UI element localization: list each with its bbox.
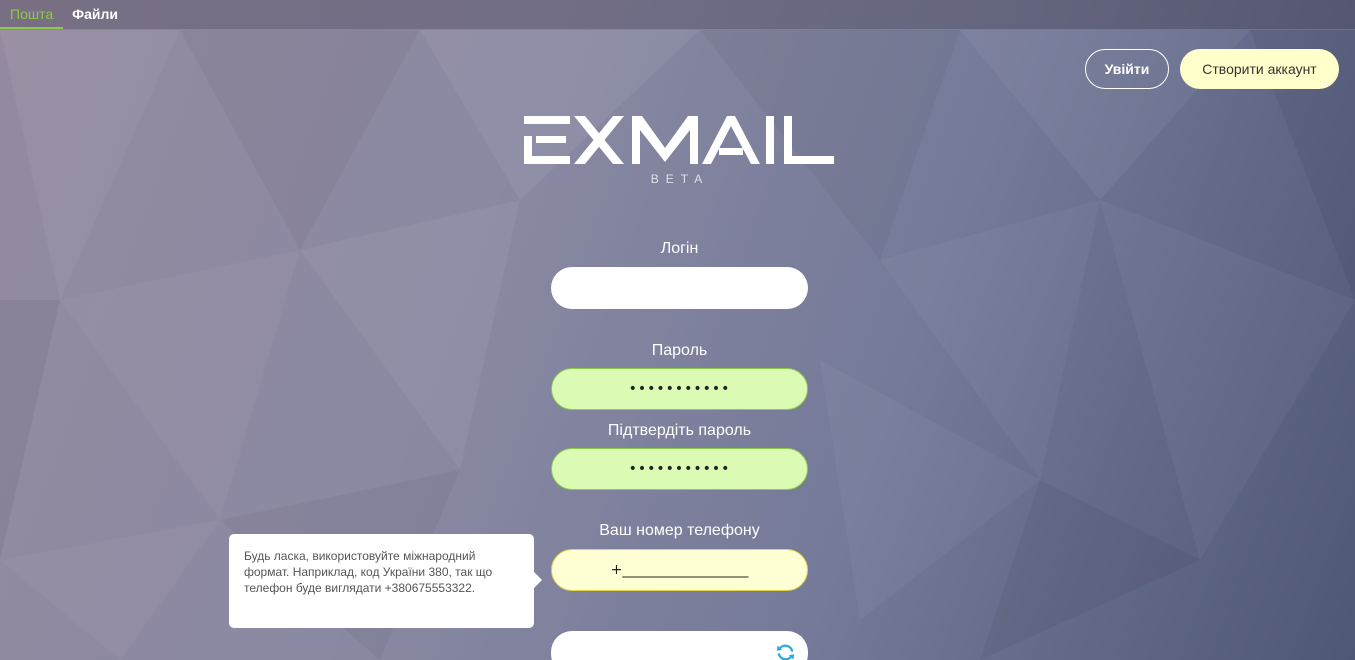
login-button[interactable]: Увійти — [1085, 49, 1169, 89]
create-account-button[interactable]: Створити аккаунт — [1180, 49, 1339, 89]
beta-badge: BETA — [650, 172, 710, 186]
top-nav: Пошта Файли — [0, 0, 1355, 30]
refresh-icon[interactable] — [775, 642, 796, 660]
login-label: Логін — [660, 240, 699, 257]
exmail-logo — [524, 116, 834, 164]
tab-files[interactable]: Файли — [63, 0, 128, 29]
confirm-password-label: Підтвердіть пароль — [607, 422, 752, 439]
captcha-field[interactable] — [551, 631, 808, 660]
phone-input[interactable] — [551, 549, 808, 591]
tab-mail[interactable]: Пошта — [0, 0, 64, 29]
password-input[interactable] — [551, 368, 808, 410]
phone-label: Ваш номер телефону — [599, 522, 760, 539]
login-input[interactable] — [551, 267, 808, 309]
phone-format-tooltip: Будь ласка, використовуйте міжнародний ф… — [229, 534, 542, 628]
confirm-password-input[interactable] — [551, 448, 808, 490]
password-label: Пароль — [651, 342, 708, 359]
